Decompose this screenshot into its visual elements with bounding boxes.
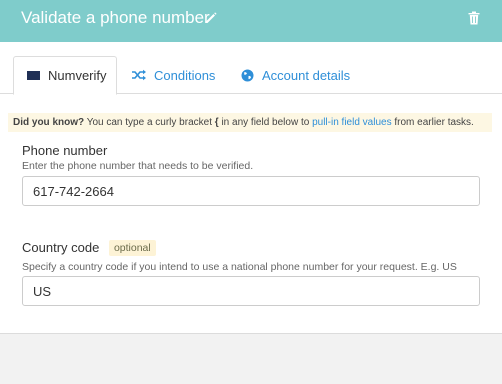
- trash-icon[interactable]: [468, 11, 480, 25]
- phone-number-input[interactable]: [22, 176, 480, 206]
- tab-conditions[interactable]: Conditions: [132, 56, 215, 94]
- pencil-icon[interactable]: [204, 11, 218, 25]
- tab-numverify[interactable]: Numverify: [13, 56, 117, 95]
- optional-badge: optional: [108, 240, 156, 256]
- tip-text-after: from earlier tasks.: [394, 117, 474, 128]
- phone-number-help: Enter the phone number that needs to be …: [22, 160, 254, 172]
- task-title[interactable]: Validate a phone number: [21, 8, 210, 28]
- tip-text-middle: in any field below to: [221, 117, 310, 128]
- tab-conditions-label: Conditions: [154, 67, 216, 83]
- numverify-logo-icon: [27, 71, 40, 80]
- tip-lead: Did you know?: [13, 117, 85, 128]
- country-code-input[interactable]: [22, 276, 480, 306]
- country-code-label: Country code optional: [22, 240, 156, 256]
- globe-icon: [241, 69, 254, 81]
- country-code-help: Specify a country code if you intend to …: [22, 261, 457, 273]
- tab-account-details-label: Account details: [262, 67, 351, 83]
- tab-account-details[interactable]: Account details: [241, 56, 350, 94]
- shuffle-icon: [132, 69, 146, 81]
- pull-in-field-values-link[interactable]: pull-in field values: [312, 117, 392, 128]
- tip-brace: {: [214, 117, 219, 128]
- task-header: Validate a phone number: [0, 0, 502, 42]
- phone-number-label: Phone number: [22, 143, 108, 158]
- tip-text-before: You can type a curly bracket: [86, 117, 212, 128]
- task-panel: Numverify Conditions Account details Did…: [0, 42, 502, 334]
- tab-bar: Numverify Conditions Account details: [0, 56, 502, 95]
- country-code-label-text: Country code: [22, 240, 100, 255]
- did-you-know-tip: Did you know? You can type a curly brack…: [8, 113, 492, 132]
- tab-numverify-label: Numverify: [48, 68, 107, 83]
